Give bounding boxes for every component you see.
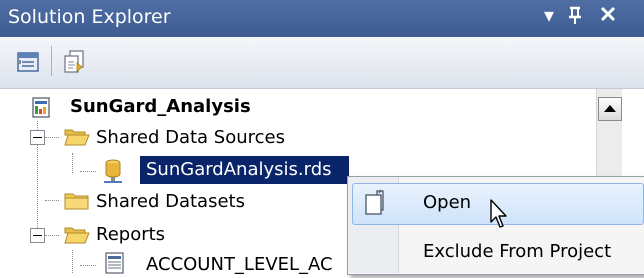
tree-line [45,235,59,237]
properties-button[interactable] [14,48,42,76]
close-button[interactable] [599,4,617,28]
tree-line [72,153,74,173]
collapse-expander[interactable] [30,130,45,145]
report-icon [104,252,126,274]
folder-open-icon [64,225,90,244]
auto-hide-pin-button[interactable] [568,5,582,31]
tree-item-reports[interactable]: Reports [96,223,165,247]
window-position-dropdown-button[interactable]: ▾ [544,4,554,26]
tree-line [45,200,59,202]
mouse-pointer-icon [490,199,510,231]
tree-project-node[interactable]: SunGard_Analysis [70,95,251,119]
tree-item-report[interactable]: ACCOUNT_LEVEL_AC [146,253,333,277]
report-project-icon [30,96,54,120]
tree-line [45,137,59,139]
show-all-files-icon [64,50,84,73]
show-all-files-button[interactable] [60,48,88,76]
tree-item-data-source-file[interactable]: SunGardAnalysis.rds [146,158,332,182]
data-source-icon [100,158,126,184]
window-title: Solution Explorer [8,6,171,28]
scroll-up-button[interactable] [598,97,622,121]
tree-line [80,265,96,267]
toolbar-separator [51,46,52,76]
arrow-up-icon [604,105,616,112]
toolbar [0,37,644,89]
folder-icon [64,191,89,210]
menu-item-exclude-from-project[interactable]: Exclude From Project [423,241,611,262]
folder-open-icon [64,127,90,146]
properties-icon [17,52,39,72]
collapse-expander[interactable] [30,228,45,243]
tree-line [80,171,96,173]
close-icon [600,6,616,22]
open-document-icon [362,189,388,217]
tree-item-shared-datasets[interactable]: Shared Datasets [96,190,245,214]
menu-item-open-label: Open [423,192,472,213]
tree-line [72,250,74,273]
pin-icon [569,6,581,24]
tree-item-shared-data-sources[interactable]: Shared Data Sources [96,126,285,150]
